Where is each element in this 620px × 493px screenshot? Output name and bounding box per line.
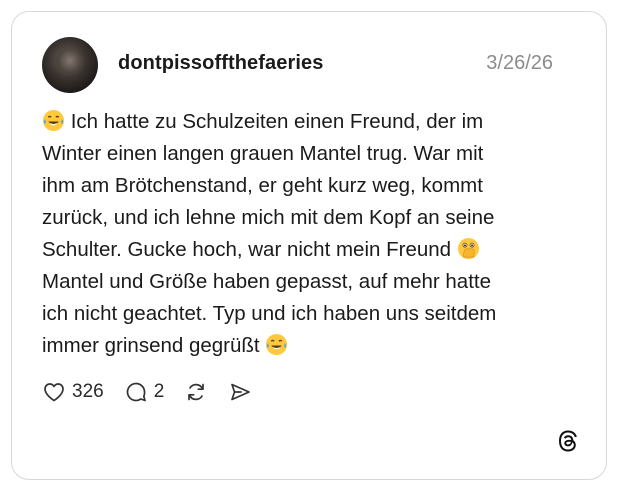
share-icon <box>228 380 252 404</box>
post-line-2: Winter einen langen grauen Mantel trug. … <box>42 142 484 165</box>
post-line-7: ich nicht geachtet. Typ und ich haben un… <box>42 302 497 325</box>
post-line-3: ihm am Brötchenstand, er geht kurz weg, … <box>42 174 483 197</box>
share-button[interactable] <box>228 380 252 404</box>
tears-of-joy-emoji <box>265 333 288 356</box>
heart-icon <box>42 380 66 404</box>
face-with-open-eyes-and-hand-over-mouth-emoji <box>457 237 480 260</box>
post-line-1: Ich hatte zu Schulzeiten einen Freund, d… <box>42 106 562 138</box>
avatar[interactable] <box>42 37 98 93</box>
post-line-5: Schulter. Gucke hoch, war nicht mein Fre… <box>42 234 562 266</box>
post-line-8: immer grinsend gegrüßt <box>42 330 562 362</box>
post-actions: 326 2 <box>42 377 272 407</box>
reply-icon <box>124 380 148 404</box>
tears-of-joy-emoji <box>42 109 65 132</box>
threads-logo-icon[interactable] <box>556 429 580 453</box>
post-line-4: zurück, und ich lehne mich mit dem Kopf … <box>42 206 495 229</box>
username[interactable]: dontpissoffthefaeries <box>118 52 323 75</box>
post-date: 3/26/26 <box>486 52 553 74</box>
like-button[interactable]: 326 <box>42 380 104 404</box>
repost-button[interactable] <box>184 380 208 404</box>
repost-icon <box>184 380 208 404</box>
post-line-6: Mantel und Größe haben gepasst, auf mehr… <box>42 270 491 293</box>
post-card: dontpissoffthefaeries 3/26/26 Ich hatte … <box>11 11 607 480</box>
reply-count: 2 <box>153 381 165 402</box>
like-count: 326 <box>72 381 104 402</box>
post-text: Ich hatte zu Schulzeiten einen Freund, d… <box>42 106 562 362</box>
reply-button[interactable]: 2 <box>124 380 165 404</box>
